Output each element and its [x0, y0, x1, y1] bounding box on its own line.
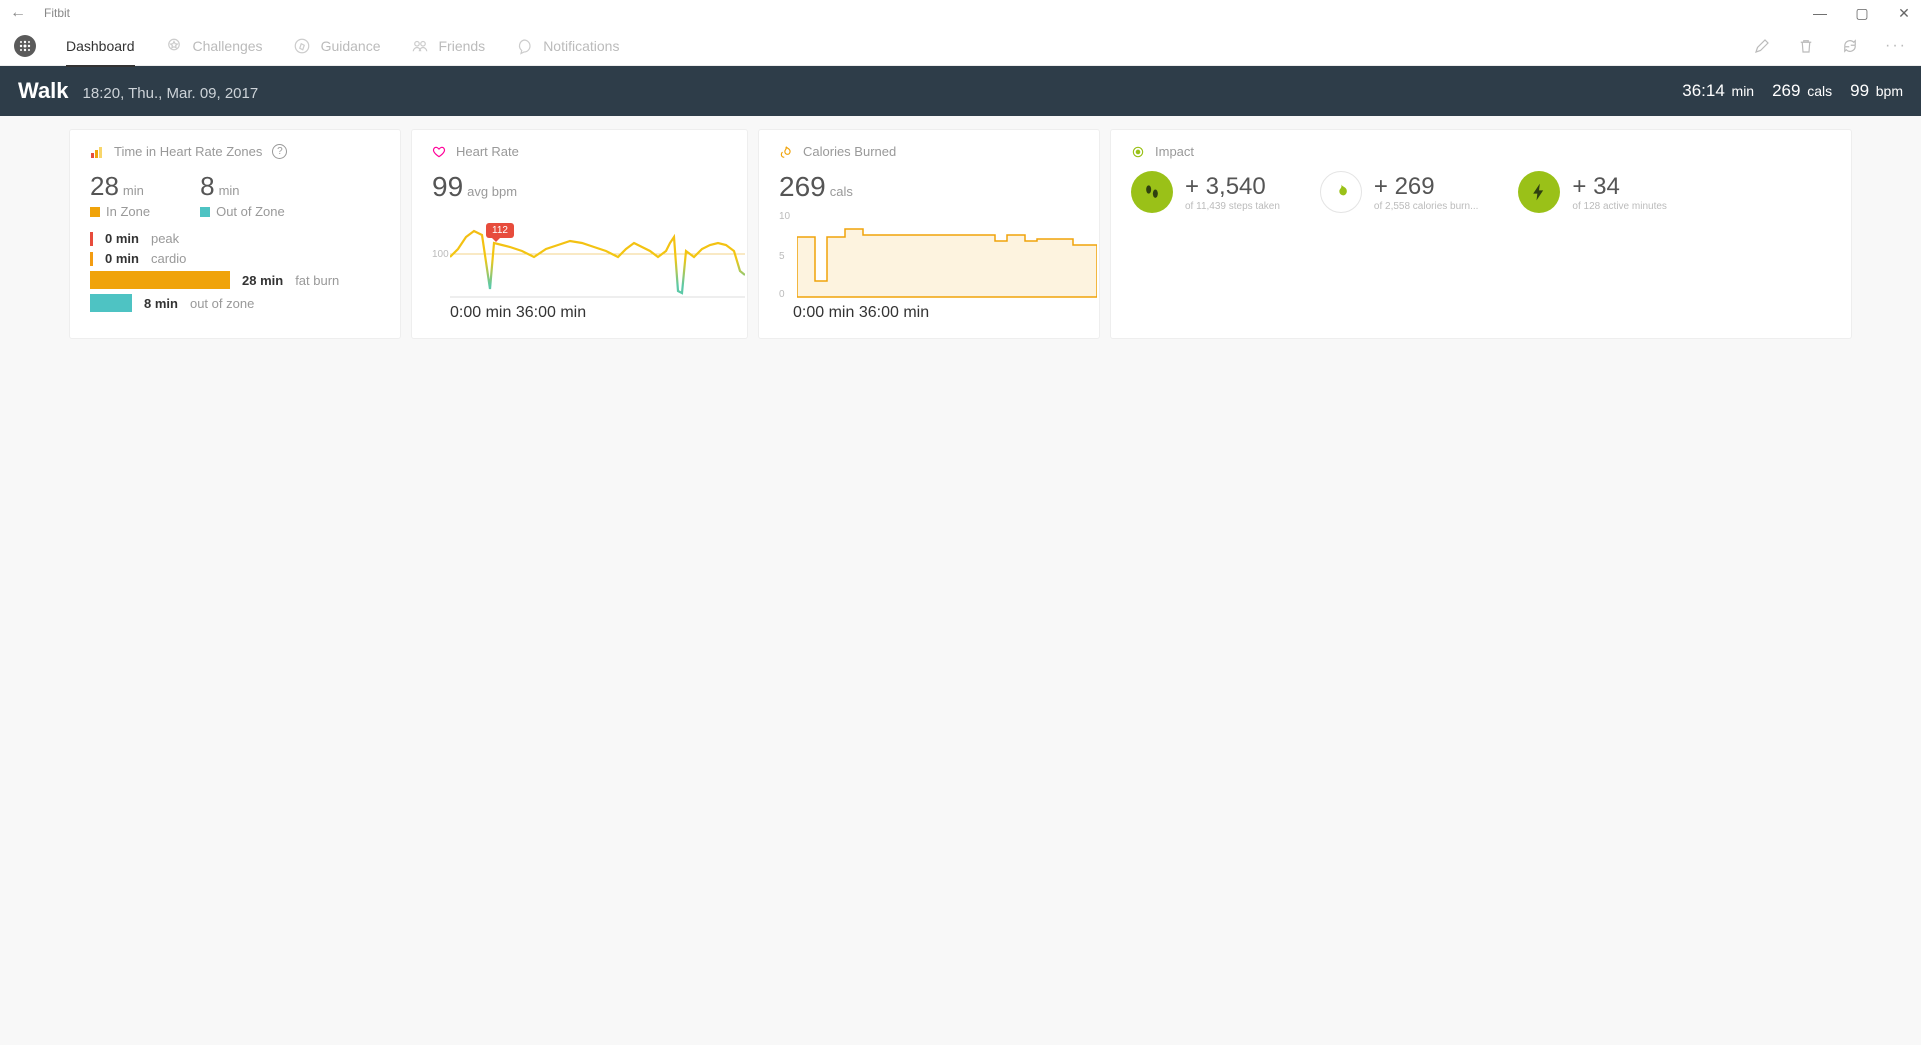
flame-icon	[779, 145, 793, 159]
target-icon	[1131, 145, 1145, 159]
card-title: Calories Burned	[803, 144, 896, 159]
refresh-icon[interactable]	[1841, 37, 1859, 55]
zone-row-outofzone: 8 min out of zone	[90, 294, 380, 312]
cal-value: 269	[779, 171, 826, 202]
pencil-icon[interactable]	[1753, 37, 1771, 55]
heart-rate-chart: 100 112	[432, 209, 727, 304]
back-icon[interactable]: ←	[10, 4, 26, 22]
zone-row-fatburn: 28 min fat burn	[90, 271, 380, 289]
speech-bubble-icon	[515, 37, 533, 55]
card-title: Impact	[1155, 144, 1194, 159]
window-titlebar: ← Fitbit — ▢ ✕	[0, 0, 1921, 26]
hr-value: 99	[432, 171, 463, 202]
x-start: 0:00 min	[450, 304, 511, 321]
more-icon[interactable]: ···	[1885, 37, 1907, 55]
tab-guidance[interactable]: Guidance	[293, 26, 381, 66]
close-icon[interactable]: ✕	[1897, 5, 1911, 22]
trash-icon[interactable]	[1797, 37, 1815, 55]
app-name: Fitbit	[44, 6, 70, 20]
stat-calories: 269 cals	[1772, 81, 1832, 101]
in-zone-summary: 28min In Zone	[90, 171, 150, 219]
bar-steps-icon	[90, 145, 104, 159]
zone-row-cardio: 0 min cardio	[90, 251, 380, 266]
tab-notifications[interactable]: Notifications	[515, 26, 619, 66]
card-title: Time in Heart Rate Zones	[114, 144, 262, 159]
tab-friends[interactable]: Friends	[411, 26, 486, 66]
x-end: 36:00 min	[516, 304, 586, 321]
card-row: Time in Heart Rate Zones ? 28min In Zone…	[0, 116, 1921, 352]
card-calories: Calories Burned 269cals 10 5 0 0:00 min …	[759, 130, 1099, 338]
people-icon	[411, 37, 429, 55]
out-zone-summary: 8min Out of Zone	[200, 171, 285, 219]
heart-icon	[432, 145, 446, 159]
activity-banner: Walk 18:20, Thu., Mar. 09, 2017 36:14 mi…	[0, 66, 1921, 116]
tab-challenges[interactable]: Challenges	[165, 26, 263, 66]
fitbit-logo-icon[interactable]	[14, 35, 36, 57]
nav-label: Friends	[439, 38, 486, 54]
flame-small-icon	[1331, 182, 1351, 202]
bolt-icon	[1529, 182, 1549, 202]
impact-steps: + 3,540 of 11,439 steps taken	[1131, 171, 1280, 213]
zone-row-peak: 0 min peak	[90, 231, 380, 246]
tab-dashboard[interactable]: Dashboard	[66, 26, 135, 66]
calories-chart: 10 5 0	[779, 209, 1079, 304]
nav-label: Notifications	[543, 38, 619, 54]
x-end: 36:00 min	[859, 304, 929, 321]
card-title: Heart Rate	[456, 144, 519, 159]
impact-active-minutes: + 34 of 128 active minutes	[1518, 171, 1667, 213]
footsteps-icon	[1142, 182, 1162, 202]
nav-label: Dashboard	[66, 38, 135, 54]
nav-label: Challenges	[193, 38, 263, 54]
star-badge-icon	[165, 37, 183, 55]
stat-bpm: 99 bpm	[1850, 81, 1903, 101]
activity-datetime: 18:20, Thu., Mar. 09, 2017	[83, 85, 259, 102]
card-heart-rate: Heart Rate 99avg bpm 100 112 0:00 min 36…	[412, 130, 747, 338]
main-nav: Dashboard Challenges Guidance Friends No…	[0, 26, 1921, 66]
maximize-icon[interactable]: ▢	[1855, 5, 1869, 22]
x-start: 0:00 min	[793, 304, 854, 321]
activity-type: Walk	[18, 78, 69, 104]
card-hr-zones: Time in Heart Rate Zones ? 28min In Zone…	[70, 130, 400, 338]
impact-calories: + 269 of 2,558 calories burn...	[1320, 171, 1479, 213]
help-icon[interactable]: ?	[272, 144, 287, 159]
compass-icon	[293, 37, 311, 55]
minimize-icon[interactable]: —	[1813, 5, 1827, 22]
stat-duration: 36:14 min	[1682, 81, 1754, 101]
card-impact: Impact + 3,540 of 11,439 steps taken + 2…	[1111, 130, 1851, 338]
nav-label: Guidance	[321, 38, 381, 54]
